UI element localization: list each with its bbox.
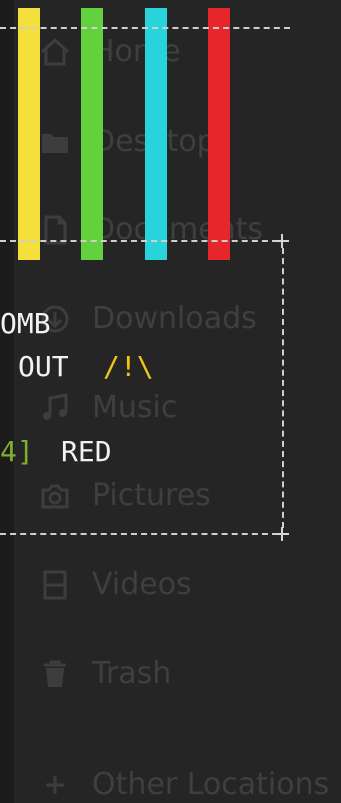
home-icon bbox=[38, 35, 72, 69]
sidebar-item-label: Documents bbox=[92, 212, 264, 247]
yellow-stripe bbox=[18, 8, 40, 260]
sidebar-item-label: Downloads bbox=[92, 301, 257, 336]
top-dashed-border bbox=[0, 27, 290, 29]
sidebar-item-label: Other Locations bbox=[92, 767, 330, 802]
music-icon bbox=[38, 391, 72, 425]
sidebar-item-label: Videos bbox=[92, 567, 192, 602]
sidebar-item-documents[interactable]: Documents bbox=[0, 205, 341, 255]
trash-icon bbox=[38, 657, 72, 691]
sidebar-item-label: Pictures bbox=[92, 478, 211, 513]
warning-glyph: /!\ bbox=[103, 350, 154, 383]
folder-icon bbox=[38, 125, 72, 159]
corner-plus-bottom bbox=[275, 527, 289, 541]
sidebar-item-desktop[interactable]: Desktop bbox=[0, 117, 341, 167]
overlay-text-line3: RED bbox=[61, 435, 112, 468]
sidebar-item-downloads[interactable]: Downloads bbox=[0, 294, 341, 344]
sidebar-item-label: Trash bbox=[92, 656, 172, 691]
camera-icon bbox=[38, 479, 72, 513]
sidebar-item-pictures[interactable]: Pictures bbox=[0, 471, 341, 521]
red-stripe bbox=[208, 8, 230, 260]
mid-dashed-border bbox=[0, 240, 278, 242]
file-manager-sidebar: Home Desktop Documents Downloads Music P… bbox=[0, 0, 341, 803]
sidebar-item-other-locations[interactable]: Other Locations bbox=[0, 760, 341, 803]
cyan-stripe bbox=[145, 8, 167, 260]
sidebar-item-home[interactable]: Home bbox=[0, 27, 341, 77]
sidebar-item-label: Home bbox=[92, 34, 181, 69]
sidebar-item-music[interactable]: Music bbox=[0, 383, 341, 433]
overlay-bracket: 4] bbox=[0, 435, 34, 468]
overlay-text-line2: OUT bbox=[18, 350, 69, 383]
sidebar-item-trash[interactable]: Trash bbox=[0, 649, 341, 699]
film-icon bbox=[38, 568, 72, 602]
bottom-dashed-border bbox=[0, 533, 278, 535]
sidebar-item-label: Music bbox=[92, 390, 178, 425]
overlay-text-line1: OMB bbox=[0, 307, 51, 340]
sidebar-item-videos[interactable]: Videos bbox=[0, 560, 341, 610]
green-stripe bbox=[81, 8, 103, 260]
plus-icon bbox=[38, 768, 72, 802]
right-dashed-border bbox=[282, 248, 284, 528]
corner-plus-top bbox=[275, 234, 289, 248]
